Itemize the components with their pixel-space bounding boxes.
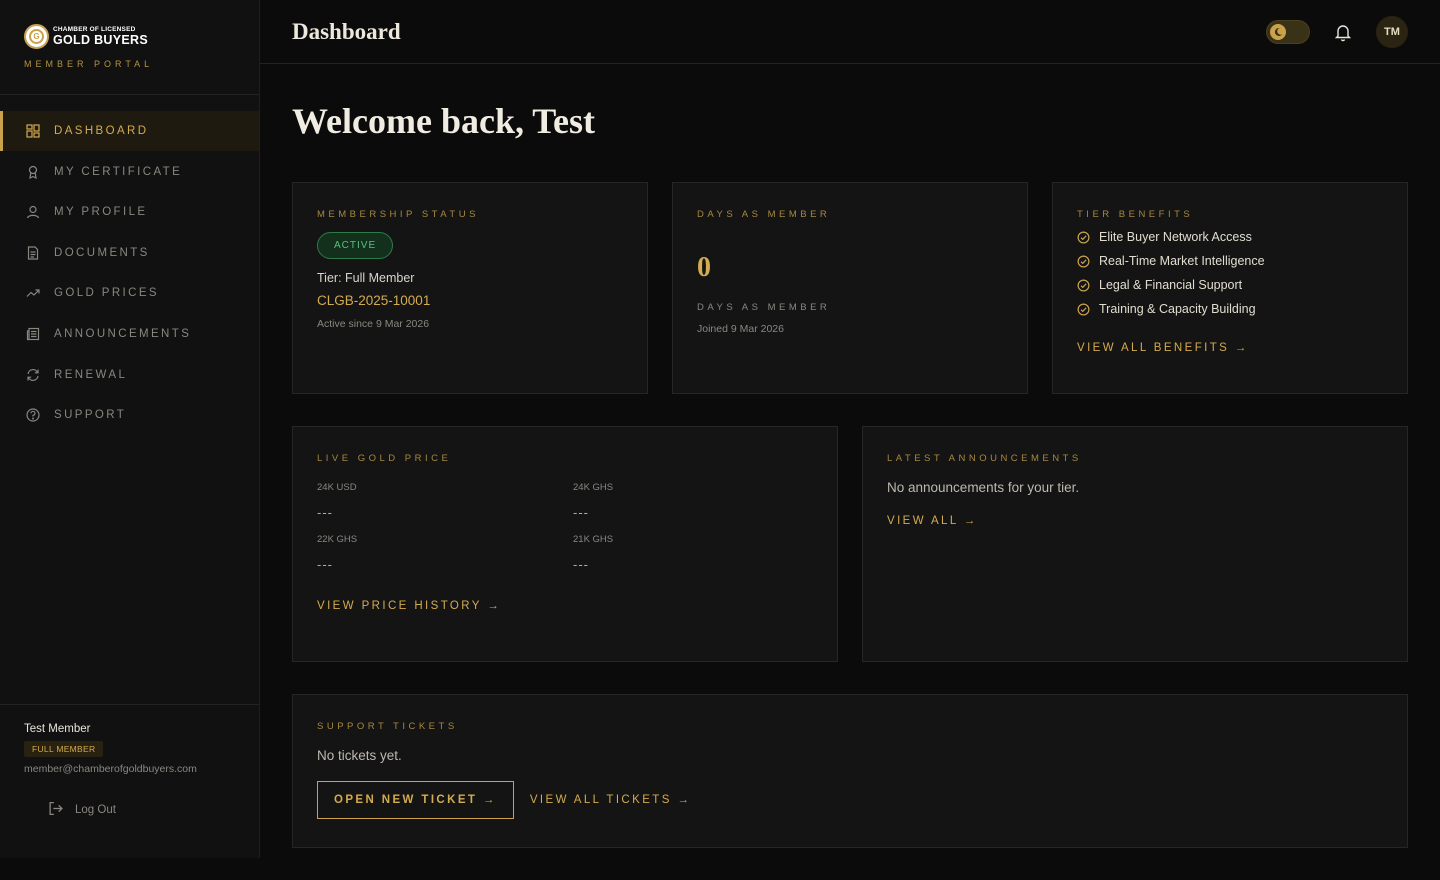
card-label: LIVE GOLD PRICE xyxy=(317,453,452,464)
check-circle-icon xyxy=(1077,303,1090,316)
sidebar-item-gold-prices[interactable]: GOLD PRICES xyxy=(0,273,259,313)
sidebar-item-label: DASHBOARD xyxy=(54,125,149,137)
price-item: 24K USD --- xyxy=(317,482,573,520)
sidebar-item-announcements[interactable]: ANNOUNCEMENTS xyxy=(0,314,259,354)
check-circle-icon xyxy=(1077,231,1090,244)
welcome-heading: Welcome back, Test xyxy=(292,101,595,141)
open-new-ticket-button[interactable]: OPEN NEW TICKET → xyxy=(317,781,514,819)
view-all-announcements-link[interactable]: VIEW ALL → xyxy=(887,515,978,527)
sidebar-item-label: MY PROFILE xyxy=(54,206,148,219)
user-icon xyxy=(26,205,40,219)
price-value: --- xyxy=(317,557,333,572)
price-grid: 24K USD --- 24K GHS --- 22K GHS --- 21K … xyxy=(317,482,813,572)
days-sublabel: DAYS AS MEMBER xyxy=(697,302,831,313)
sidebar-item-label: ANNOUNCEMENTS xyxy=(54,327,192,340)
sidebar-nav: DASHBOARD MY CERTIFICATE MY PROFILE DOCU… xyxy=(0,111,259,435)
avatar[interactable]: TM xyxy=(1376,16,1408,48)
sidebar-item-support[interactable]: SUPPORT xyxy=(0,395,259,435)
moon-icon xyxy=(1270,24,1286,40)
sidebar-item-renewal[interactable]: RENEWAL xyxy=(0,355,259,395)
logo-emblem-icon: G xyxy=(24,24,49,49)
sidebar: G CHAMBER OF LICENSED GOLD BUYERS MEMBER… xyxy=(0,0,260,858)
card-label: TIER BENEFITS xyxy=(1077,209,1194,220)
logo-line-2: GOLD BUYERS xyxy=(53,33,148,47)
check-circle-icon xyxy=(1077,279,1090,292)
view-all-tickets-link[interactable]: VIEW ALL TICKETS → xyxy=(530,794,691,806)
logout-icon xyxy=(48,801,63,819)
sidebar-item-label: MY CERTIFICATE xyxy=(54,165,183,178)
header: Dashboard TM xyxy=(260,0,1440,64)
page-title: Dashboard xyxy=(292,18,401,44)
check-circle-icon xyxy=(1077,255,1090,268)
joined-date: Joined 9 Mar 2026 xyxy=(697,323,784,335)
live-gold-price-card: LIVE GOLD PRICE 24K USD --- 24K GHS --- … xyxy=(292,426,838,662)
theme-toggle[interactable] xyxy=(1266,20,1310,44)
view-all-benefits-link[interactable]: VIEW ALL BENEFITS → xyxy=(1077,342,1249,354)
refresh-icon xyxy=(26,368,40,382)
announcements-empty-text: No announcements for your tier. xyxy=(887,480,1080,495)
sidebar-item-label: GOLD PRICES xyxy=(54,287,160,300)
document-icon xyxy=(26,246,40,260)
sidebar-item-my-profile[interactable]: MY PROFILE xyxy=(0,192,259,232)
active-since: Active since 9 Mar 2026 xyxy=(317,318,430,330)
price-value: --- xyxy=(317,505,333,520)
tier-benefits-card: TIER BENEFITS Elite Buyer Network Access… xyxy=(1052,182,1408,394)
user-info: Test Member FULL MEMBER member@chamberof… xyxy=(0,704,259,819)
price-item: 22K GHS --- xyxy=(317,534,573,572)
grid-icon xyxy=(26,124,40,138)
benefit-item: Real-Time Market Intelligence xyxy=(1077,254,1383,268)
logo[interactable]: G CHAMBER OF LICENSED GOLD BUYERS xyxy=(24,24,259,49)
price-value: --- xyxy=(573,557,589,572)
tickets-empty-text: No tickets yet. xyxy=(317,748,402,763)
benefit-text: Legal & Financial Support xyxy=(1099,278,1243,292)
sidebar-item-label: DOCUMENTS xyxy=(54,246,150,259)
price-label: 21K GHS xyxy=(573,534,614,545)
help-circle-icon xyxy=(26,408,40,422)
newspaper-icon xyxy=(26,327,40,341)
card-label: LATEST ANNOUNCEMENTS xyxy=(887,453,1082,464)
logout-label: Log Out xyxy=(75,804,116,816)
price-label: 24K USD xyxy=(317,482,357,493)
brand: G CHAMBER OF LICENSED GOLD BUYERS MEMBER… xyxy=(0,0,259,95)
sidebar-item-label: SUPPORT xyxy=(54,409,127,422)
sidebar-item-documents[interactable]: DOCUMENTS xyxy=(0,233,259,273)
support-tickets-card: SUPPORT TICKETS No tickets yet. OPEN NEW… xyxy=(292,694,1408,848)
days-as-member-card: DAYS AS MEMBER 0 DAYS AS MEMBER Joined 9… xyxy=(672,182,1028,394)
sidebar-item-my-certificate[interactable]: MY CERTIFICATE xyxy=(0,152,259,192)
tier-text: Tier: Full Member xyxy=(317,271,415,285)
portal-label: MEMBER PORTAL xyxy=(24,59,154,69)
benefit-text: Real-Time Market Intelligence xyxy=(1099,254,1265,268)
benefit-item: Legal & Financial Support xyxy=(1077,278,1383,292)
user-name: Test Member xyxy=(24,723,91,735)
latest-announcements-card: LATEST ANNOUNCEMENTS No announcements fo… xyxy=(862,426,1408,662)
sidebar-item-label: RENEWAL xyxy=(54,368,128,381)
card-label: MEMBERSHIP STATUS xyxy=(317,209,479,220)
logout-button[interactable]: Log Out xyxy=(48,801,235,819)
view-price-history-link[interactable]: VIEW PRICE HISTORY → xyxy=(317,600,501,612)
award-icon xyxy=(26,165,40,179)
benefit-item: Training & Capacity Building xyxy=(1077,302,1383,316)
price-item: 21K GHS --- xyxy=(573,534,813,572)
user-email: member@chamberofgoldbuyers.com xyxy=(24,763,197,775)
benefit-text: Elite Buyer Network Access xyxy=(1099,230,1252,244)
price-item: 24K GHS --- xyxy=(573,482,813,520)
member-id: CLGB-2025-10001 xyxy=(317,293,431,308)
trending-up-icon xyxy=(26,286,40,300)
tier-badge: FULL MEMBER xyxy=(24,741,104,757)
price-label: 22K GHS xyxy=(317,534,358,545)
price-label: 24K GHS xyxy=(573,482,614,493)
notifications-bell-icon[interactable] xyxy=(1333,22,1353,42)
days-count: 0 xyxy=(697,252,711,283)
card-label: DAYS AS MEMBER xyxy=(697,209,831,220)
membership-status-card: MEMBERSHIP STATUS ACTIVE Tier: Full Memb… xyxy=(292,182,648,394)
status-badge: ACTIVE xyxy=(317,232,394,259)
benefit-item: Elite Buyer Network Access xyxy=(1077,230,1383,244)
price-value: --- xyxy=(573,505,589,520)
benefit-text: Training & Capacity Building xyxy=(1099,302,1256,316)
card-label: SUPPORT TICKETS xyxy=(317,721,458,732)
sidebar-item-dashboard[interactable]: DASHBOARD xyxy=(0,111,259,151)
